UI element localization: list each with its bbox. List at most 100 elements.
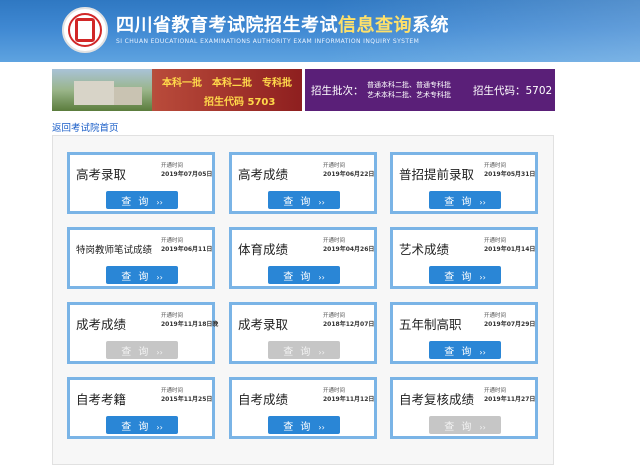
double-chevron-right-icon: ›› — [479, 197, 486, 207]
query-button-label: 查 询 — [444, 421, 474, 433]
query-button[interactable]: 查 询 ›› — [429, 266, 501, 284]
query-card-self-study-review-score: 自考复核成绩 开通时间 2019年11月27日 查 询 ›› — [390, 377, 538, 439]
logo-core — [75, 18, 95, 42]
query-button[interactable]: 查 询 ›› — [268, 416, 340, 434]
query-button-label: 查 询 — [283, 196, 313, 208]
card-open-label: 开通时间 — [161, 163, 184, 169]
query-card-adult-exam-admission: 成考录取 开通时间 2018年12月07日 查 询 ›› — [229, 302, 377, 364]
card-open-label: 开通时间 — [323, 388, 346, 394]
card-open-date: 2019年04月26日 — [323, 246, 375, 253]
card-title: 自考考籍 — [76, 392, 127, 407]
query-button-label: 查 询 — [444, 196, 474, 208]
card-open-date: 2019年01月14日 — [484, 246, 536, 253]
double-chevron-right-icon: ›› — [479, 422, 486, 432]
card-title: 成考成绩 — [76, 317, 127, 332]
card-open-label: 开通时间 — [323, 313, 346, 319]
banner-batch-label: 招生批次： — [311, 85, 364, 97]
site-title: 四川省教育考试院招生考试信息查询系统 — [116, 11, 449, 37]
query-card-sports-score: 体育成绩 开通时间 2019年04月26日 查 询 ›› — [229, 227, 377, 289]
card-open-date: 2019年05月31日 — [484, 171, 536, 178]
card-open-date: 2019年11月12日 — [323, 396, 375, 403]
query-button-label: 查 询 — [283, 271, 313, 283]
card-title: 体育成绩 — [238, 242, 289, 257]
query-button-label: 查 询 — [283, 346, 313, 358]
query-button-label: 查 询 — [444, 346, 474, 358]
card-open-date: 2018年12月07日 — [323, 321, 375, 328]
exam-authority-logo-icon — [62, 7, 108, 53]
query-button[interactable]: 查 询 ›› — [268, 266, 340, 284]
card-open-date: 2019年07月29日 — [484, 321, 536, 328]
double-chevron-right-icon: ›› — [318, 422, 325, 432]
card-open-label: 开通时间 — [161, 313, 184, 319]
query-button[interactable]: 查 询 ›› — [429, 191, 501, 209]
card-title: 艺术成绩 — [399, 242, 450, 257]
double-chevron-right-icon: ›› — [156, 347, 163, 357]
card-open-date: 2019年07月05日 — [161, 171, 213, 178]
card-open-date: 2019年06月22日 — [323, 171, 375, 178]
query-button-label: 查 询 — [121, 196, 151, 208]
query-card-art-score: 艺术成绩 开通时间 2019年01月14日 查 询 ›› — [390, 227, 538, 289]
site-title-highlight: 信息查询 — [338, 15, 412, 36]
banner-code-text: 招生代码 5703 — [204, 97, 276, 108]
card-title: 自考复核成绩 — [399, 392, 475, 407]
query-button-label: 查 询 — [283, 421, 313, 433]
card-open-date: 2019年11月18日晚 — [161, 321, 219, 328]
card-title: 高考成绩 — [238, 167, 289, 182]
campus-building-secondary — [114, 87, 142, 105]
site-title-tail: 系统 — [412, 15, 449, 36]
back-to-home-link[interactable]: 返回考试院首页 — [52, 120, 119, 134]
query-button-disabled[interactable]: 查 询 ›› — [429, 416, 501, 434]
admission-batch-banner-5703[interactable]: 本科一批 本科二批 专科批 招生代码 5703 — [52, 69, 302, 111]
card-open-label: 开通时间 — [161, 388, 184, 394]
query-card-special-teacher-exam: 特岗教师笔试成绩 开通时间 2019年06月11日 查 询 ›› — [67, 227, 215, 289]
query-card-adult-exam-score: 成考成绩 开通时间 2019年11月18日晚 查 询 ›› — [67, 302, 219, 364]
banner-batches-text: 本科一批 本科二批 专科批 — [162, 78, 292, 89]
double-chevron-right-icon: ›› — [156, 197, 163, 207]
card-open-label: 开通时间 — [484, 388, 507, 394]
query-button-disabled[interactable]: 查 询 ›› — [106, 341, 178, 359]
query-card-early-admission: 普招提前录取 开通时间 2019年05月31日 查 询 ›› — [390, 152, 538, 214]
query-button[interactable]: 查 询 ›› — [106, 191, 178, 209]
query-button[interactable]: 查 询 ›› — [429, 341, 501, 359]
card-open-label: 开通时间 — [484, 313, 507, 319]
double-chevron-right-icon: ›› — [318, 347, 325, 357]
site-header: 四川省教育考试院招生考试信息查询系统 SI CHUAN EDUCATIONAL … — [0, 0, 640, 62]
double-chevron-right-icon: ›› — [479, 272, 486, 282]
double-chevron-right-icon: ›› — [318, 197, 325, 207]
card-title: 自考成绩 — [238, 392, 289, 407]
query-button[interactable]: 查 询 ›› — [106, 266, 178, 284]
banner-batch-line-2: 艺术本科二批、艺术专科批 — [367, 91, 451, 99]
card-open-label: 开通时间 — [484, 163, 507, 169]
double-chevron-right-icon: ›› — [156, 422, 163, 432]
campus-building — [74, 81, 114, 105]
query-button[interactable]: 查 询 ›› — [268, 191, 340, 209]
query-button-label: 查 询 — [444, 271, 474, 283]
card-open-date: 2015年11月25日 — [161, 396, 213, 403]
admission-batch-banner-5702[interactable]: 招生批次： 普通本科二批、普通专科批 艺术本科二批、艺术专科批 招生代码：570… — [305, 69, 555, 111]
query-button-label: 查 询 — [121, 346, 151, 358]
card-title: 普招提前录取 — [399, 167, 475, 182]
site-title-main: 四川省教育考试院招生考试 — [116, 15, 338, 36]
double-chevron-right-icon: ›› — [479, 347, 486, 357]
banner-batch-list: 普通本科二批、普通专科批 艺术本科二批、艺术专科批 — [367, 80, 451, 100]
query-card-self-study-registration: 自考考籍 开通时间 2015年11月25日 查 询 ›› — [67, 377, 215, 439]
query-button[interactable]: 查 询 ›› — [106, 416, 178, 434]
query-button-label: 查 询 — [121, 271, 151, 283]
query-button-disabled[interactable]: 查 询 ›› — [268, 341, 340, 359]
card-title: 特岗教师笔试成绩 — [76, 245, 153, 256]
card-open-label: 开通时间 — [323, 238, 346, 244]
card-open-label: 开通时间 — [484, 238, 507, 244]
query-card-self-study-score: 自考成绩 开通时间 2019年11月12日 查 询 ›› — [229, 377, 377, 439]
query-panel: 高考录取 开通时间 2019年07月05日 查 询 ›› 高考成绩 开通时间 20… — [52, 135, 554, 465]
banner-batch-line-1: 普通本科二批、普通专科批 — [367, 81, 451, 89]
query-button-label: 查 询 — [121, 421, 151, 433]
banner-code: 招生代码：5702 — [473, 85, 553, 97]
card-open-date: 2019年11月27日 — [484, 396, 536, 403]
site-subtitle: SI CHUAN EDUCATIONAL EXAMINATIONS AUTHOR… — [116, 38, 420, 45]
query-card-five-year-vocational: 五年制高职 开通时间 2019年07月29日 查 询 ›› — [390, 302, 538, 364]
card-title: 成考录取 — [238, 317, 289, 332]
card-open-label: 开通时间 — [161, 238, 184, 244]
double-chevron-right-icon: ›› — [156, 272, 163, 282]
card-open-label: 开通时间 — [323, 163, 346, 169]
query-card-gaokao-admission: 高考录取 开通时间 2019年07月05日 查 询 ›› — [67, 152, 215, 214]
